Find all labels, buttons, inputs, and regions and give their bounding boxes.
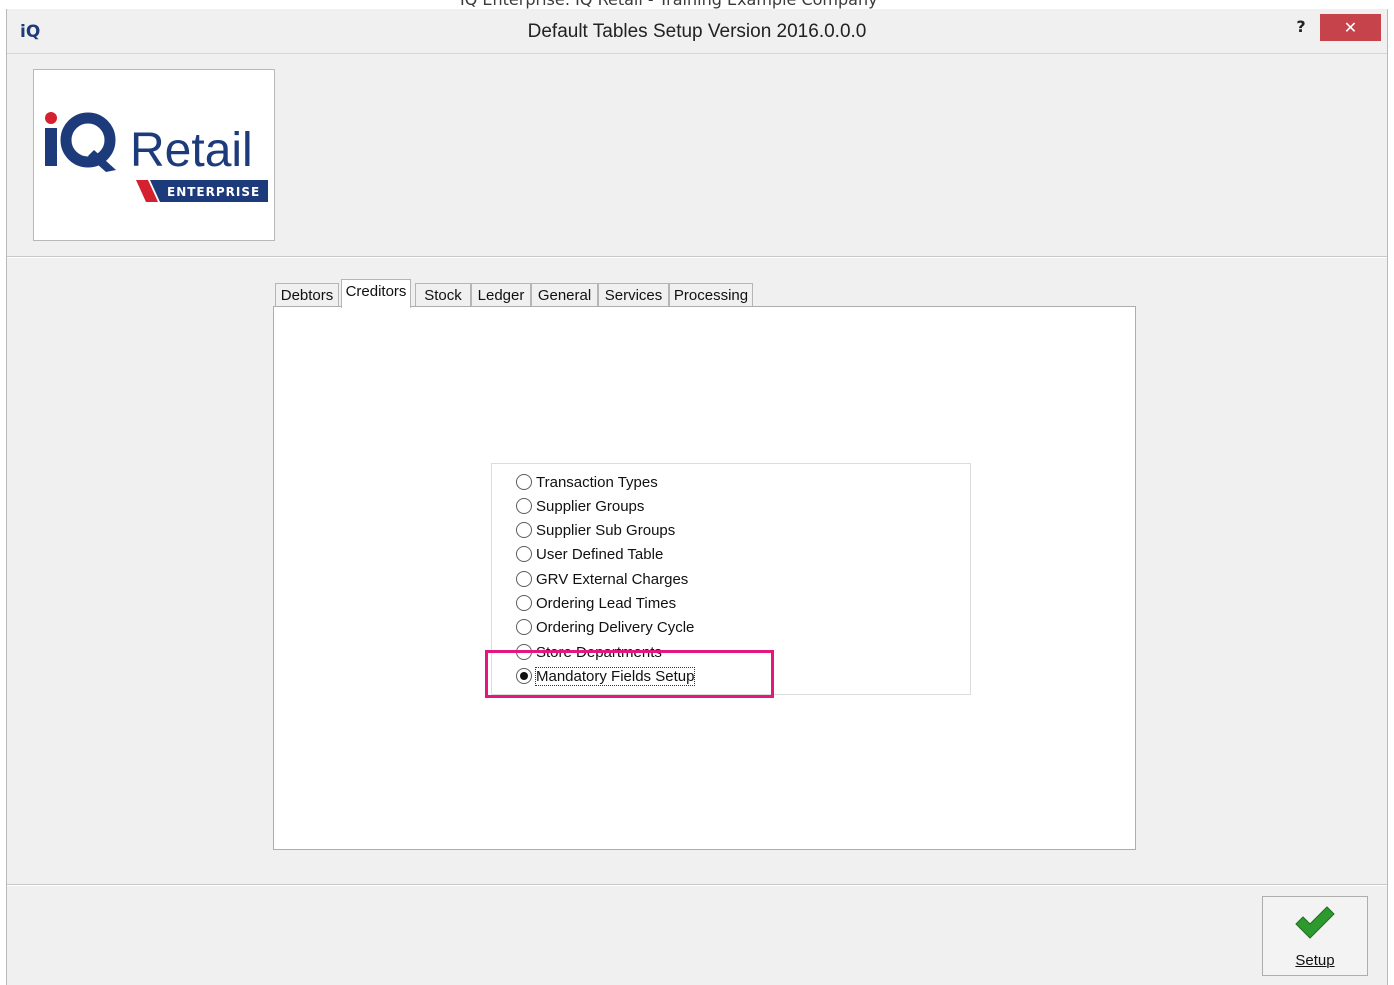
- option-ordering-delivery-cycle[interactable]: Ordering Delivery Cycle: [516, 616, 694, 638]
- radio-button[interactable]: [516, 644, 532, 660]
- iq-retail-logo-panel: Retail ENTERPRISE: [33, 69, 275, 241]
- option-grv-external-charges[interactable]: GRV External Charges: [516, 568, 688, 590]
- option-label: Transaction Types: [536, 473, 658, 491]
- option-label: User Defined Table: [536, 545, 664, 563]
- option-label: Mandatory Fields Setup: [534, 666, 696, 686]
- radio-button[interactable]: [516, 522, 532, 538]
- setup-button[interactable]: Setup: [1262, 896, 1368, 976]
- radio-button[interactable]: [516, 571, 532, 587]
- option-store-departments[interactable]: Store Departments: [516, 641, 662, 663]
- option-label: Store Departments: [536, 643, 662, 661]
- option-supplier-groups[interactable]: Supplier Groups: [516, 495, 644, 517]
- tab-stock[interactable]: Stock: [415, 283, 471, 307]
- option-label: Ordering Delivery Cycle: [536, 618, 695, 636]
- tab-ledger[interactable]: Ledger: [471, 283, 531, 307]
- option-label: GRV External Charges: [536, 570, 689, 588]
- dialog-window: iQ Default Tables Setup Version 2016.0.0…: [6, 9, 1388, 985]
- help-button[interactable]: ?: [1287, 16, 1315, 38]
- tab-debtors[interactable]: Debtors: [275, 283, 339, 307]
- close-button[interactable]: ✕: [1320, 14, 1381, 41]
- option-user-defined-table[interactable]: User Defined Table: [516, 543, 663, 565]
- tab-services[interactable]: Services: [598, 283, 669, 307]
- option-transaction-types[interactable]: Transaction Types: [516, 471, 658, 493]
- radio-button[interactable]: [516, 619, 532, 635]
- option-label: Ordering Lead Times: [536, 594, 677, 612]
- creditors-options-group: Transaction Types Supplier Groups Suppli…: [491, 463, 971, 695]
- tab-creditors[interactable]: Creditors: [341, 279, 411, 308]
- radio-button[interactable]: [516, 498, 532, 514]
- radio-button[interactable]: [516, 474, 532, 490]
- option-mandatory-fields-setup[interactable]: Mandatory Fields Setup: [516, 665, 696, 687]
- checkmark-icon: [1295, 906, 1335, 939]
- setup-button-label: Setup: [1295, 952, 1335, 969]
- option-supplier-sub-groups[interactable]: Supplier Sub Groups: [516, 519, 675, 541]
- footer-separator: [7, 884, 1387, 886]
- radio-button[interactable]: [516, 595, 532, 611]
- option-label: Supplier Sub Groups: [536, 521, 676, 539]
- option-ordering-lead-times[interactable]: Ordering Lead Times: [516, 592, 676, 614]
- tab-general[interactable]: General: [531, 283, 598, 307]
- header-separator: [7, 256, 1387, 258]
- window-title: Default Tables Setup Version 2016.0.0.0: [527, 21, 867, 42]
- title-bar: iQ Default Tables Setup Version 2016.0.0…: [7, 9, 1387, 54]
- logo-edition: ENTERPRISE: [167, 185, 260, 199]
- logo-wordmark: Retail: [130, 124, 253, 177]
- radio-button-selected[interactable]: [516, 668, 532, 684]
- iq-retail-logo: Retail ENTERPRISE: [45, 112, 268, 202]
- tab-processing[interactable]: Processing: [669, 283, 753, 307]
- option-label: Supplier Groups: [536, 497, 645, 515]
- radio-button[interactable]: [516, 546, 532, 562]
- background-window-title: IQ Enterprise: IQ Retail - Training Exam…: [460, 0, 878, 9]
